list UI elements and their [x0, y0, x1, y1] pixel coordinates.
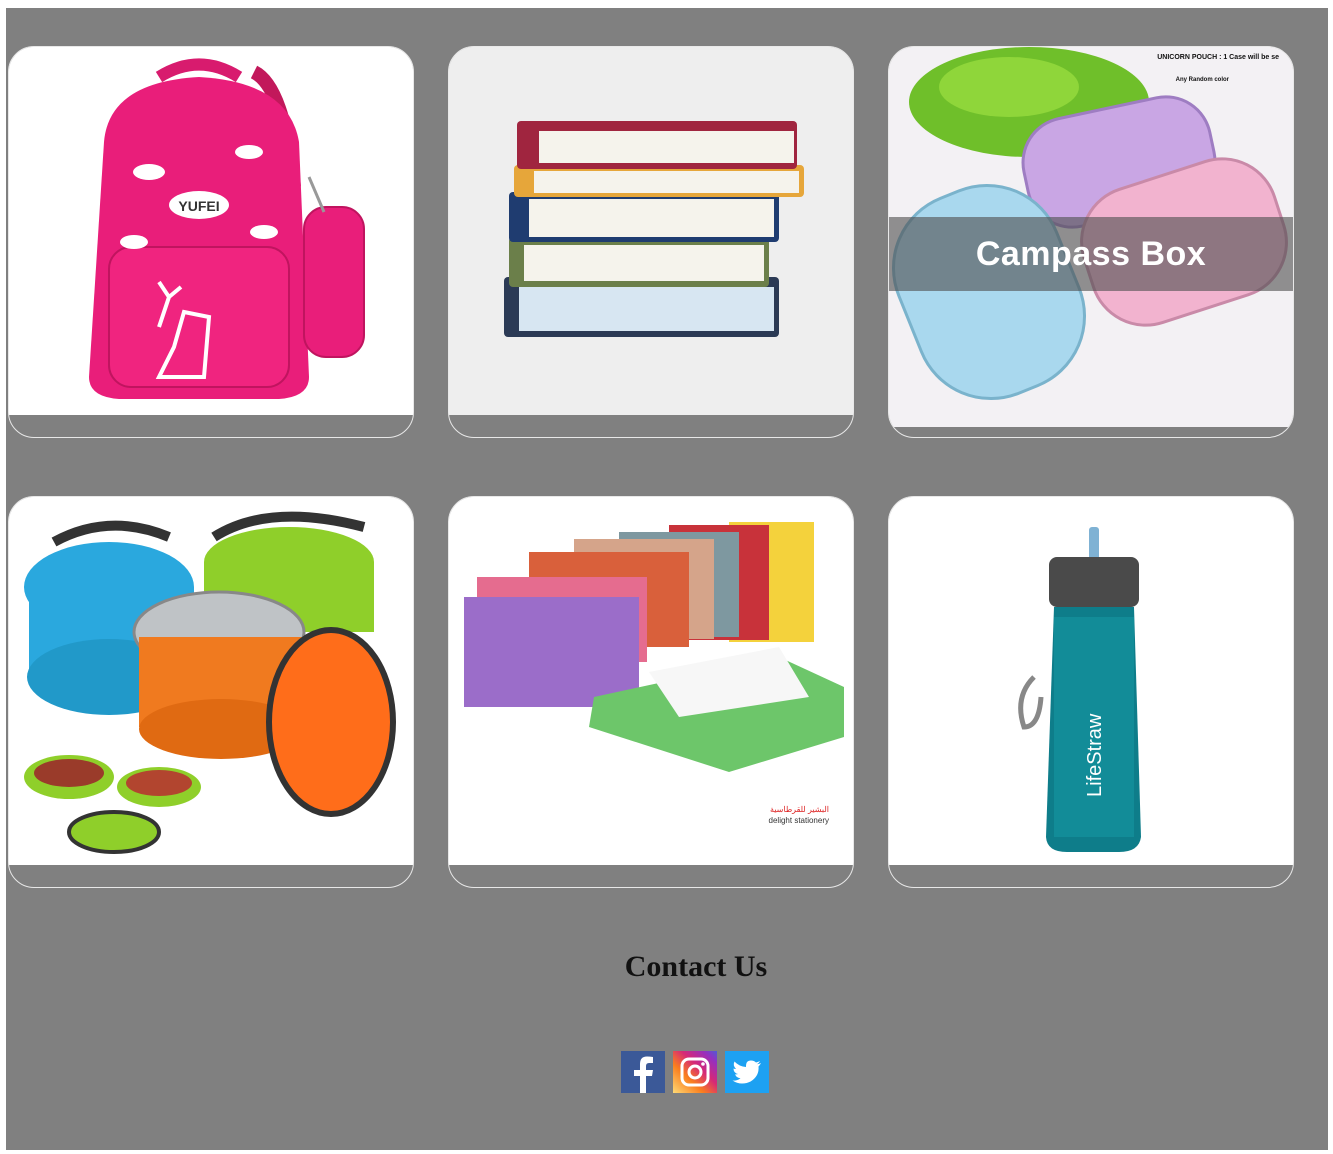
pouch-note-text: UNICORN POUCH : 1 Case will be se — [1157, 54, 1279, 61]
product-card-backpack[interactable]: YUFEI — [8, 46, 414, 438]
twitter-link[interactable] — [725, 1051, 769, 1093]
social-links — [621, 1051, 769, 1093]
product-card-pencil-case[interactable]: UNICORN POUCH : 1 Case will be se Any Ra… — [888, 46, 1294, 438]
facebook-link[interactable] — [621, 1051, 665, 1093]
folder-brand-arabic: البشير للقرطاسية — [770, 805, 829, 814]
backpack-brand-text: YUFEI — [178, 198, 219, 214]
instagram-icon — [673, 1051, 717, 1093]
product-card-folders[interactable]: البشير للقرطاسية delight stationery — [448, 496, 854, 888]
backpack-image: YUFEI — [9, 47, 413, 415]
instagram-link[interactable] — [673, 1051, 717, 1093]
product-caption: Campass Box — [975, 234, 1207, 273]
pouch-color-text: Any Random color — [1176, 77, 1230, 83]
bottle-brand-text: LifeStraw — [1084, 713, 1106, 797]
twitter-icon — [725, 1051, 769, 1093]
lunch-box-image — [9, 497, 413, 865]
product-card-books[interactable] — [448, 46, 854, 438]
contact-us-heading: Contact Us — [624, 950, 768, 983]
water-bottle-image: LifeStraw — [889, 497, 1293, 865]
facebook-icon — [621, 1051, 665, 1093]
product-caption-overlay: Campass Box — [889, 217, 1293, 291]
product-card-water-bottle[interactable]: LifeStraw — [888, 496, 1294, 888]
folder-brand-latin: delight stationery — [769, 816, 829, 825]
folders-image: البشير للقرطاسية delight stationery — [449, 497, 853, 865]
product-card-lunch-box[interactable] — [8, 496, 414, 888]
books-image — [449, 47, 853, 415]
page-background: YUFEI UNICORN POUCH: 1 Case will be se … — [6, 8, 1328, 1150]
